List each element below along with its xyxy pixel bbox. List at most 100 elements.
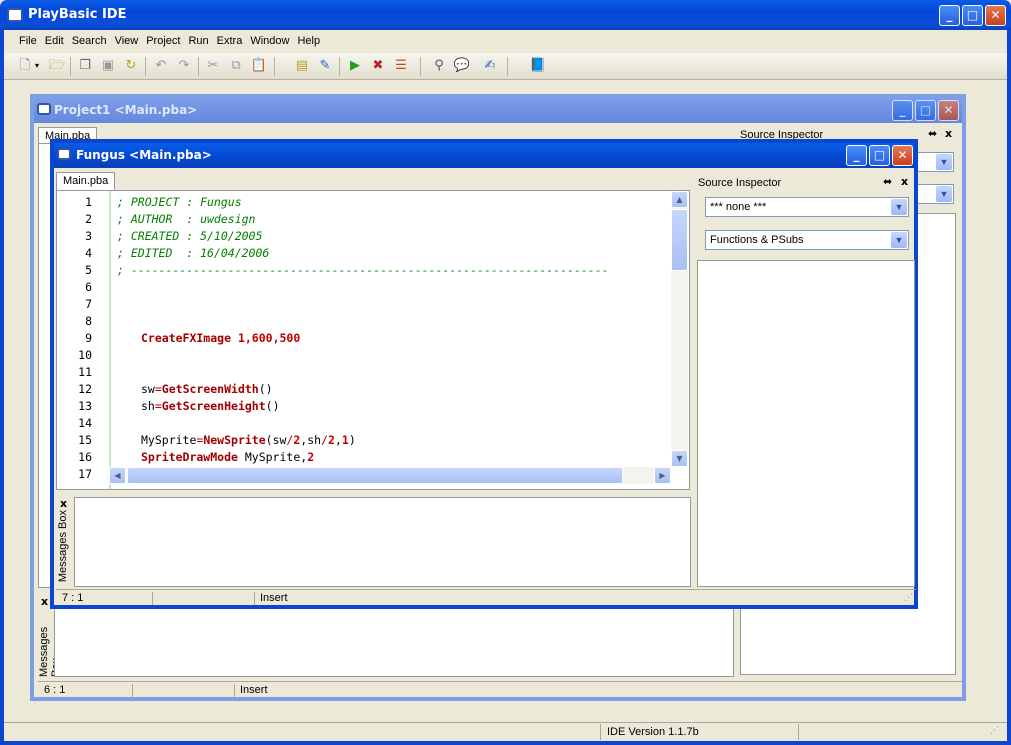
project-maximize-button[interactable]: □ [915,100,936,121]
scroll-up-icon[interactable]: ▲ [671,191,688,208]
open-icon[interactable]: 🗁 [48,57,66,75]
scroll-down-icon[interactable]: ▼ [671,450,688,467]
line-number: 17 [78,467,92,481]
reload-icon[interactable]: ↻ [122,57,140,75]
code-function: GetScreenWidth [161,382,259,396]
line-number: 6 [85,280,92,294]
stop-debug-icon[interactable]: ✖ [369,57,387,75]
vertical-scrollbar[interactable]: ▲ ▼ [671,191,688,467]
messages-area [74,497,691,587]
scroll-left-icon[interactable]: ◀ [109,467,126,484]
cut-icon[interactable]: ✂ [204,57,222,75]
run-icon[interactable]: ▶ [346,57,364,75]
code-comment: ; --------------------------------------… [117,263,609,277]
project-inspector-dropdown2[interactable]: ▼ [914,184,954,204]
menu-run[interactable]: Run [184,30,212,52]
paste-icon[interactable]: 📋 [250,57,268,75]
code-variable: sw [141,382,155,396]
fungus-maximize-button[interactable]: □ [869,145,890,166]
fungus-tab-main[interactable]: Main.pba [56,172,116,190]
code-editor[interactable]: 1 2 3 4 5 6 7 8 9 10 11 12 13 14 15 16 1 [56,190,690,490]
edit-icon[interactable]: ✍ [481,57,499,75]
dropdown-icon[interactable]: ▾ [33,57,41,75]
insert-mode: Insert [260,592,288,604]
breakpoints-icon[interactable]: ☰ [392,57,410,75]
chevron-down-icon: ▼ [936,154,952,170]
chevron-down-icon: ▼ [936,186,952,202]
comment-icon[interactable]: 💬 [453,57,471,75]
project-statusbar: 6 : 1 Insert [38,681,962,699]
new-file-icon[interactable]: 🗋 [16,57,34,75]
code-operator: = [154,399,162,413]
cursor-position: 7 : 1 [62,592,84,604]
inspector-scope-dropdown[interactable]: *** none *** ▼ [705,197,909,217]
menu-edit[interactable]: Edit [41,30,68,52]
horizontal-scrollbar[interactable]: ◀ ▶ [109,467,671,484]
project-minimize-button[interactable]: _ [892,100,913,121]
code-keyword: CreateFXImage [141,331,232,345]
copy-icon[interactable]: ⧉ [227,57,245,75]
inspector-dock-icon[interactable]: ⬌ [883,175,892,188]
redo-icon[interactable]: ↷ [175,57,193,75]
window-frame-bottom [0,741,1011,745]
find-icon[interactable]: ⚲ [430,57,448,75]
project-icon[interactable]: ▤ [293,57,311,75]
fungus-statusbar: 7 : 1 Insert ⋰ [56,589,916,606]
fungus-window-titlebar[interactable]: Fungus <Main.pba> _ □ ✕ [54,143,914,168]
menu-window[interactable]: Window [246,30,293,52]
horizontal-scroll-thumb[interactable] [127,467,623,484]
line-number: 3 [85,229,92,243]
help-book-icon[interactable]: 📘 [529,57,547,75]
project-window-icon [37,103,51,115]
project-close-button[interactable]: ✕ [938,100,959,121]
line-number: 5 [85,263,92,277]
menu-extra[interactable]: Extra [213,30,247,52]
code-number: 2 [307,450,315,464]
messages-close-icon[interactable]: x [60,497,67,510]
maximize-button[interactable]: □ [962,5,983,26]
undo-icon[interactable]: ↶ [152,57,170,75]
compile-icon[interactable]: ✎ [316,57,334,75]
gutter-divider [109,191,111,489]
menu-project[interactable]: Project [142,30,184,52]
code-paren: () [258,382,273,396]
fungus-window-title: Fungus <Main.pba> [76,148,212,162]
project-inspector-dropdown1[interactable]: ▼ [914,152,954,172]
save-all-icon[interactable]: ❐ [76,57,94,75]
scroll-right-icon[interactable]: ▶ [654,467,671,484]
ide-version: IDE Version 1.1.7b [607,726,699,738]
line-number-gutter: 1 2 3 4 5 6 7 8 9 10 11 12 13 14 15 16 1 [57,191,109,489]
fungus-window-icon [57,148,71,160]
app-title: PlayBasic IDE [28,7,127,22]
main-resize-grip-icon[interactable]: ⋰ [990,726,999,736]
line-number: 13 [78,399,92,413]
fungus-close-button[interactable]: ✕ [892,145,913,166]
project-inspector-dock-icon[interactable]: ⬌ [928,127,937,140]
line-number: 12 [78,382,92,396]
menu-view[interactable]: View [111,30,143,52]
inspector-filter-dropdown[interactable]: Functions & PSubs ▼ [705,230,909,250]
project-window-titlebar[interactable]: Project1 <Main.pba> _ □ ✕ [34,98,962,123]
code-function: GetScreenHeight [161,399,266,413]
line-number: 15 [78,433,92,447]
close-button[interactable]: ✕ [985,5,1006,26]
inspector-panel [697,260,915,587]
menu-file[interactable]: File [15,30,41,52]
vertical-scroll-thumb[interactable] [671,209,688,271]
menu-help[interactable]: Help [293,30,324,52]
line-number: 8 [85,314,92,328]
line-number: 4 [85,246,92,260]
minimize-button[interactable]: _ [939,5,960,26]
fungus-minimize-button[interactable]: _ [846,145,867,166]
code-text-fragment: ,sh [300,433,322,447]
code-function: NewSprite [203,433,266,447]
app-titlebar[interactable]: PlayBasic IDE _ □ ✕ [0,0,1011,30]
menu-search[interactable]: Search [68,30,111,52]
inspector-close-icon[interactable]: x [901,175,908,188]
resize-grip-icon[interactable]: ⋰ [904,593,913,603]
code-text[interactable]: ; PROJECT : Fungus ; AUTHOR : uwdesign ;… [117,194,672,466]
fungus-window[interactable]: Fungus <Main.pba> _ □ ✕ Main.pba 1 2 3 4… [50,139,918,609]
save-icon[interactable]: ▣ [99,57,117,75]
project-inspector-close-icon[interactable]: x [945,127,952,140]
menu-bar: File Edit Search View Project Run Extra Window H… [4,30,1007,52]
